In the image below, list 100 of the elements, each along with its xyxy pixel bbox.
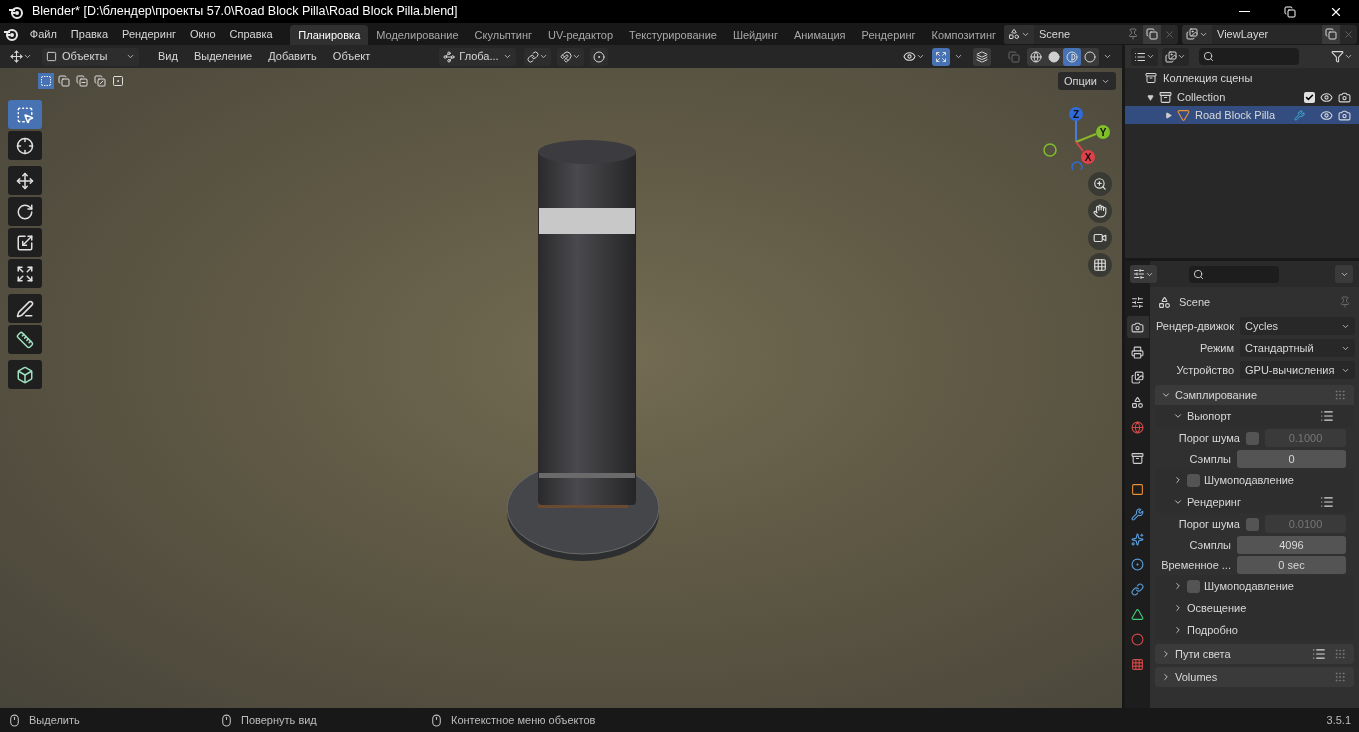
perspective-button[interactable] (1088, 253, 1112, 277)
selection-mode-button[interactable] (110, 73, 126, 89)
checkbox[interactable] (1187, 579, 1200, 593)
workspace-tab[interactable]: Моделирование (368, 25, 467, 45)
scene-selector[interactable]: Scene (1004, 24, 1178, 44)
exclude-checkbox[interactable] (1304, 91, 1315, 103)
negative-y-handle[interactable] (1043, 143, 1057, 157)
chevron-down-icon (502, 52, 512, 61)
tool-button[interactable] (8, 228, 42, 257)
viewport-menu-item[interactable]: Вид (151, 48, 185, 65)
triangle-right-icon (1165, 111, 1172, 119)
workspace-tab[interactable]: Планировка (290, 25, 369, 45)
subpanel-toggle[interactable] (1173, 411, 1183, 421)
field-label: Порог шума (1177, 516, 1240, 532)
setting-dropdown[interactable]: GPU-вычисления (1240, 361, 1355, 379)
panel-toggle[interactable] (1161, 390, 1171, 400)
outliner-row[interactable]: Collection (1125, 88, 1359, 106)
viewport-menu-item[interactable]: Добавить (261, 48, 324, 65)
list-tree-icon (1134, 50, 1146, 63)
gizmo-button[interactable] (932, 47, 950, 66)
search-field[interactable] (1199, 48, 1299, 65)
mode-dropdown[interactable]: Объекты (42, 47, 139, 66)
subpanel-toggle[interactable] (1173, 625, 1183, 635)
selection-mode-button[interactable] (38, 73, 54, 89)
workspace-tab[interactable]: Анимация (785, 25, 854, 45)
search-icon (1193, 268, 1204, 280)
checkbox[interactable] (1187, 473, 1200, 487)
tool-button[interactable] (8, 259, 42, 288)
setting-dropdown[interactable]: Стандартный (1240, 339, 1355, 357)
subpanel-toggle[interactable] (1173, 475, 1183, 485)
3d-viewport[interactable]: Опции Z Y X (0, 68, 1122, 708)
tool-button[interactable] (8, 166, 42, 195)
menu-item[interactable]: Справка (222, 23, 280, 45)
selection-mode-button[interactable] (92, 73, 108, 89)
setting-dropdown[interactable]: Cycles (1240, 317, 1355, 335)
panel-toggle[interactable] (1161, 649, 1171, 659)
wrench-icon (1294, 109, 1305, 121)
number-field[interactable]: 4096 (1237, 536, 1346, 554)
subpanel-toggle[interactable] (1173, 497, 1183, 507)
viewport-menu-item[interactable]: Объект (325, 48, 378, 65)
proportional-button[interactable] (589, 47, 608, 66)
workspace-tab[interactable]: UV-редактор (540, 25, 622, 45)
number-field[interactable]: 0 sec (1237, 556, 1346, 574)
checkbox[interactable] (1246, 517, 1259, 531)
pan-button[interactable] (1088, 199, 1112, 223)
filter-button[interactable] (1331, 50, 1353, 63)
editor-type-button[interactable] (1130, 265, 1157, 283)
search-field[interactable] (1189, 265, 1279, 283)
checkbox[interactable] (1246, 431, 1259, 445)
images-icon (1186, 28, 1198, 40)
view-layer-selector[interactable]: ViewLayer (1182, 24, 1357, 44)
navigation-gizmo[interactable]: Z Y X (1040, 104, 1114, 170)
menu-item[interactable]: Рендеринг (115, 23, 183, 45)
properties-tab[interactable] (1126, 316, 1149, 338)
pencil-icon (16, 299, 34, 318)
y-axis-handle[interactable]: Y (1075, 125, 1110, 143)
z-axis-handle[interactable]: Z (1069, 107, 1083, 143)
move-arrows-icon (16, 171, 34, 190)
pivot-button[interactable] (523, 47, 551, 66)
workspace-tab[interactable]: Композитинг (923, 25, 1004, 45)
options-dropdown[interactable]: Опции (1057, 72, 1116, 90)
tool-button[interactable] (8, 360, 42, 389)
outliner-row[interactable]: Road Block Pilla (1125, 106, 1359, 124)
drag-handle-icon (1334, 389, 1346, 401)
zoom-button[interactable] (1088, 172, 1112, 196)
expand-toggle[interactable] (1165, 111, 1172, 119)
tool-button[interactable] (8, 197, 42, 226)
eye-icon (1320, 90, 1333, 104)
subpanel-toggle[interactable] (1173, 581, 1183, 591)
negative-z-handle[interactable] (1071, 161, 1083, 170)
viewport-menu-item[interactable]: Выделение (186, 48, 260, 65)
selection-mode-button[interactable] (56, 73, 72, 89)
expand-toggle[interactable] (1147, 93, 1154, 101)
menu-item[interactable]: Файл (22, 23, 64, 45)
subpanel-toggle[interactable] (1173, 603, 1183, 613)
menu-item[interactable]: Окно (182, 23, 223, 45)
display-mode-button[interactable] (1162, 47, 1189, 66)
editor-type-button[interactable] (1131, 47, 1158, 66)
chevron-right-icon (1161, 672, 1171, 682)
workspace-tab[interactable]: Текстурирование (621, 25, 725, 45)
x-axis-handle[interactable]: X (1075, 141, 1095, 164)
number-field[interactable]: 0 (1237, 450, 1346, 468)
workspace-tab[interactable]: Скульптинг (466, 25, 541, 45)
selection-mode-button[interactable] (74, 73, 90, 89)
sparkles-icon (1131, 532, 1144, 546)
workspace-tab[interactable]: Шейдинг (724, 25, 786, 45)
tool-button[interactable] (8, 325, 42, 354)
workspace-tab[interactable]: Рендеринг (853, 25, 924, 45)
camera-view-button[interactable] (1088, 226, 1112, 250)
shading-mode-button[interactable] (1063, 47, 1081, 66)
panel-toggle[interactable] (1161, 672, 1171, 682)
overlays-button[interactable] (973, 47, 991, 66)
orientation-dropdown[interactable]: Глоба... (439, 47, 516, 66)
squares-icon (1008, 50, 1020, 63)
tool-button[interactable] (8, 131, 42, 160)
minimize-icon (1238, 11, 1250, 12)
menu-item[interactable]: Правка (63, 23, 116, 45)
snap-button[interactable] (556, 47, 584, 66)
tool-button[interactable] (8, 294, 42, 323)
blender-logo-icon (3, 26, 20, 42)
